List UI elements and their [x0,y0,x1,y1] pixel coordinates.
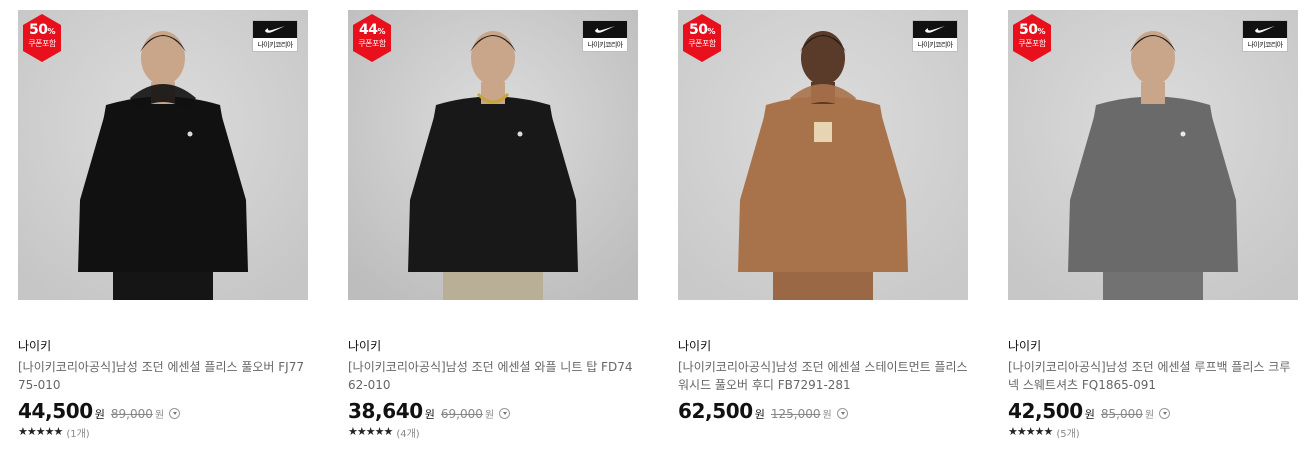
logo-swoosh-area [253,21,297,38]
product-title[interactable]: [나이키코리아공식]남성 조던 에센셜 스테이트먼트 플리스 워시드 풀오버 후… [678,358,968,394]
review-count[interactable]: (1개) [66,425,89,440]
original-price-currency: 원 [822,410,832,421]
swoosh-icon [1255,26,1275,33]
original-price: 125,000 [770,407,821,421]
price-info-icon[interactable] [499,408,511,419]
nike-korea-logo: 나이키코리아 [912,20,958,52]
price-info-icon[interactable] [169,408,181,419]
discount-percent: 50% [20,23,64,39]
rating-row: ★★★★★ (4개) [348,425,638,440]
original-price: 69,000 [440,407,483,421]
discount-percent-unit: % [1037,27,1045,36]
sale-price-currency: 원 [1084,408,1095,421]
logo-text: 나이키코리아 [587,41,623,49]
swoosh-icon [925,26,945,33]
discount-percent-value: 50 [29,22,48,38]
original-price-currency: 원 [484,410,495,421]
discount-percent-value: 44 [359,22,378,38]
rating-stars-icon: ★★★★★ [1008,425,1053,438]
discount-percent-unit: % [47,27,55,36]
seller-name[interactable]: 나이키 [348,338,638,354]
discount-caption: 쿠폰포함 [1018,39,1046,48]
logo-text: 나이키코리아 [1247,41,1283,49]
product-card[interactable]: 50% 쿠폰포함 나이키코리아 나이키 [나이키코리아공식]남성 조던 에센셜 … [1008,10,1298,440]
discount-badge: 50% 쿠폰포함 [20,14,64,62]
sale-price-currency: 원 [754,408,765,421]
rating-row: ★★★★★ (1개) [18,425,308,440]
price-row: 62,500 원 125,000 원 [678,399,968,423]
original-price-currency: 원 [154,410,165,421]
nike-korea-logo: 나이키코리아 [252,20,298,52]
rating-stars-icon: ★★★★★ [18,425,63,438]
seller-name[interactable]: 나이키 [18,338,308,354]
logo-swoosh-area [913,21,957,38]
discount-caption: 쿠폰포함 [358,39,386,48]
rating-row: ★★★★★ (5개) [1008,425,1298,440]
product-title[interactable]: [나이키코리아공식]남성 조던 에센셜 와플 니트 탑 FD7462-010 [348,358,638,394]
discount-percent: 44% [350,23,394,39]
product-image[interactable]: 50% 쿠폰포함 나이키코리아 [18,10,308,300]
original-price: 89,000 [110,407,153,421]
discount-badge: 44% 쿠폰포함 [350,14,394,62]
price-info-icon[interactable] [1159,408,1171,419]
price-row: 44,500 원 89,000 원 [18,399,308,423]
logo-text: 나이키코리아 [257,41,293,49]
swoosh-icon [265,26,285,33]
sale-price: 38,640 [348,399,423,423]
product-title[interactable]: [나이키코리아공식]남성 조던 에센셜 루프백 플리스 크루넥 스웨트셔츠 FQ… [1008,358,1298,394]
discount-badge: 50% 쿠폰포함 [680,14,724,62]
product-card[interactable]: 44% 쿠폰포함 나이키코리아 나이키 [나이키코리아공식]남성 조던 에센셜 … [348,10,638,440]
price-row: 42,500 원 85,000 원 [1008,399,1298,423]
nike-korea-logo: 나이키코리아 [582,20,628,52]
sale-price: 44,500 [18,399,93,423]
discount-caption: 쿠폰포함 [28,39,56,48]
original-price: 85,000 [1100,407,1143,421]
logo-swoosh-area [1243,21,1287,38]
swoosh-icon [595,26,615,33]
discount-percent-value: 50 [1019,22,1038,38]
price-info-icon[interactable] [836,408,848,419]
sale-price: 62,500 [678,399,753,423]
review-count[interactable]: (5개) [1056,425,1079,440]
price-row: 38,640 원 69,000 원 [348,399,638,423]
discount-badge: 50% 쿠폰포함 [1010,14,1054,62]
discount-percent-unit: % [377,27,385,36]
discount-percent-value: 50 [689,22,708,38]
product-card[interactable]: 50% 쿠폰포함 나이키코리아 나이키 [나이키코리아공식]남성 조던 에센셜 … [678,10,968,439]
discount-percent-unit: % [707,27,715,36]
product-image[interactable]: 44% 쿠폰포함 나이키코리아 [348,10,638,300]
discount-percent: 50% [680,23,724,39]
seller-name[interactable]: 나이키 [1008,338,1298,354]
sale-price-currency: 원 [94,408,105,421]
sale-price-currency: 원 [424,408,435,421]
nike-korea-logo: 나이키코리아 [1242,20,1288,52]
product-card[interactable]: 50% 쿠폰포함 나이키코리아 나이키 [나이키코리아공식]남성 조던 에센셜 … [18,10,308,440]
rating-stars-icon: ★★★★★ [348,425,393,438]
original-price-currency: 원 [1144,410,1155,421]
review-count[interactable]: (4개) [396,425,419,440]
logo-swoosh-area [583,21,627,38]
sale-price: 42,500 [1008,399,1083,423]
product-title[interactable]: [나이키코리아공식]남성 조던 에센셜 플리스 풀오버 FJ7775-010 [18,358,308,394]
seller-name[interactable]: 나이키 [678,338,968,354]
discount-percent: 50% [1010,23,1054,39]
discount-caption: 쿠폰포함 [688,39,716,48]
product-image[interactable]: 50% 쿠폰포함 나이키코리아 [1008,10,1298,300]
logo-text: 나이키코리아 [917,41,953,49]
product-image[interactable]: 50% 쿠폰포함 나이키코리아 [678,10,968,300]
